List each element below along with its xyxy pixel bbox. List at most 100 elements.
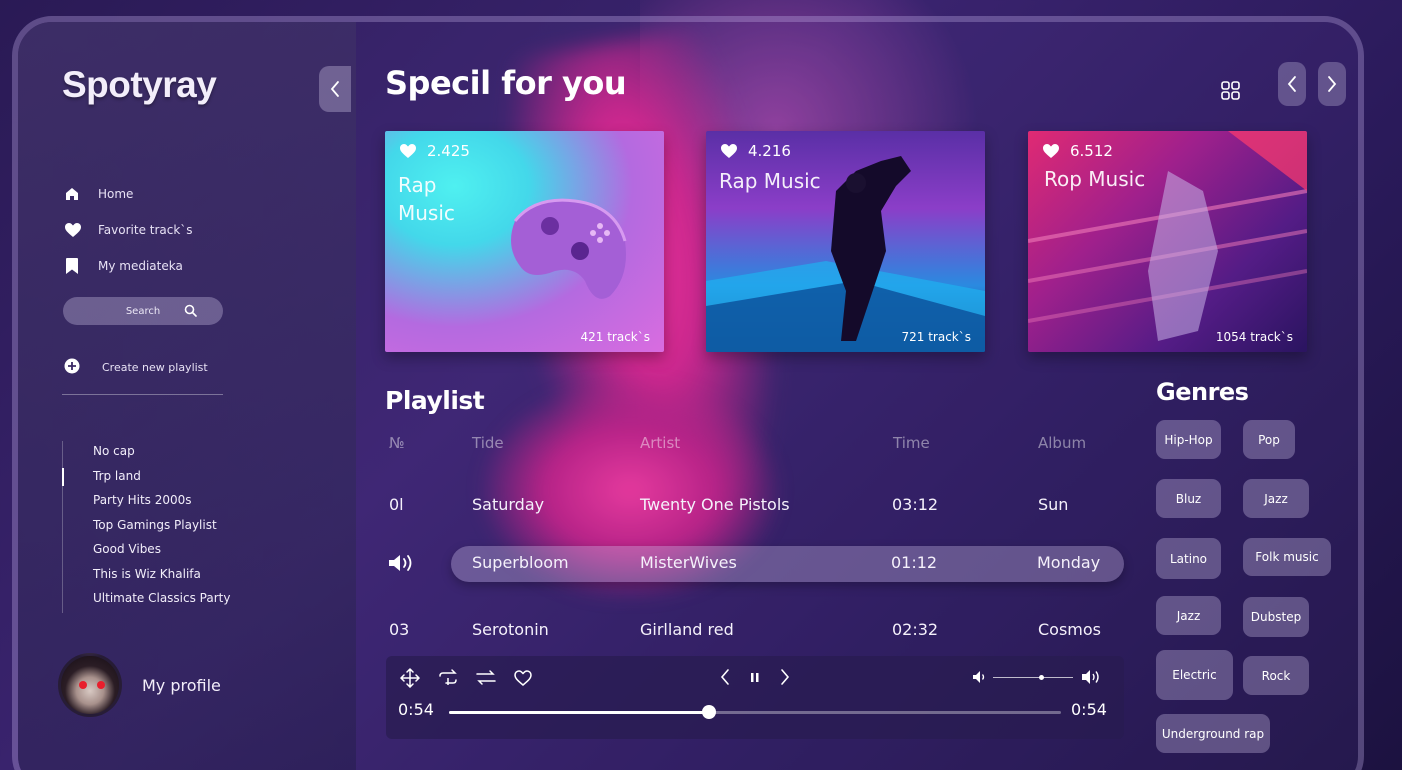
- chevron-left-icon: [330, 81, 339, 97]
- playlist-card[interactable]: 4.216 Rap Music 721 track`s: [706, 131, 985, 352]
- elapsed-time: 0:54: [398, 700, 434, 719]
- track-title[interactable]: Saturday: [472, 495, 544, 514]
- track-number: 03: [389, 620, 410, 639]
- previous-track-icon[interactable]: [718, 668, 732, 686]
- genre-chip[interactable]: Electric: [1156, 650, 1233, 700]
- heart-icon: [400, 144, 416, 158]
- next-button[interactable]: [1318, 62, 1346, 106]
- home-icon: [64, 186, 98, 202]
- create-playlist-button[interactable]: Create new playlist: [64, 358, 208, 377]
- genre-chip[interactable]: Latino: [1156, 538, 1221, 579]
- track-title[interactable]: Superbloom: [472, 553, 569, 572]
- search-input[interactable]: Search: [63, 297, 223, 325]
- genre-chip[interactable]: Rock: [1243, 656, 1309, 695]
- heart-icon: [64, 222, 98, 238]
- card-title: Rop Music: [1044, 165, 1145, 193]
- pause-icon[interactable]: [748, 668, 762, 686]
- genre-chip[interactable]: Jazz: [1243, 479, 1309, 518]
- track-artist[interactable]: Twenty One Pistols: [640, 495, 790, 514]
- likes-value: 4.216: [748, 142, 791, 160]
- genre-chip[interactable]: Dubstep: [1243, 597, 1309, 637]
- playlist-item[interactable]: Ultimate Classics Party: [93, 588, 230, 613]
- card-title-line: Rap Music: [719, 169, 821, 193]
- track-number: 0l: [389, 495, 404, 514]
- search-placeholder: Search: [125, 305, 161, 317]
- heart-icon: [721, 144, 737, 158]
- progress-knob[interactable]: [702, 705, 717, 719]
- nav-label: Favorite track`s: [98, 223, 193, 237]
- genre-chip[interactable]: Folk music: [1243, 538, 1331, 576]
- total-time: 0:54: [1071, 700, 1107, 719]
- bookmark-icon: [64, 257, 98, 275]
- genre-chip[interactable]: Bluz: [1156, 479, 1221, 518]
- progress-bar[interactable]: [449, 705, 1061, 719]
- col-header-time[interactable]: Time: [893, 434, 930, 452]
- nav-label: My mediateka: [98, 259, 183, 273]
- avatar-eye: [97, 681, 105, 689]
- playlist-item[interactable]: Party Hits 2000s: [93, 490, 230, 515]
- progress-fill: [449, 711, 710, 714]
- playlist-title: Playlist: [385, 386, 485, 415]
- card-title: Rap Music: [719, 167, 821, 195]
- profile-label: My profile: [142, 675, 221, 695]
- volume-slider[interactable]: [993, 675, 1073, 680]
- shuffle-icon[interactable]: [475, 668, 497, 688]
- track-album[interactable]: Cosmos: [1038, 620, 1101, 639]
- player-center-controls: [718, 668, 792, 686]
- repeat-one-icon[interactable]: [437, 668, 459, 688]
- chevron-left-icon: [1287, 76, 1296, 92]
- col-header-album[interactable]: Album: [1038, 434, 1086, 452]
- playlist-item[interactable]: Top Gamings Playlist: [93, 515, 230, 540]
- genre-chip[interactable]: Hip-Hop: [1156, 420, 1221, 459]
- card-title-line: Music: [398, 201, 455, 225]
- create-playlist-label: Create new playlist: [102, 361, 208, 374]
- playlist-list: No cap Trp land Party Hits 2000s Top Gam…: [61, 441, 230, 613]
- profile-button[interactable]: My profile: [58, 653, 221, 717]
- playlist-item[interactable]: This is Wiz Khalifa: [93, 564, 230, 589]
- col-header-title[interactable]: Tide: [472, 434, 504, 452]
- track-artist[interactable]: MisterWives: [640, 553, 737, 572]
- concert-image: [706, 156, 985, 352]
- genre-chip[interactable]: Underground rap: [1156, 714, 1270, 753]
- track-album[interactable]: Sun: [1038, 495, 1068, 514]
- playlist-item[interactable]: Good Vibes: [93, 539, 230, 564]
- likes-count[interactable]: 6.512: [1042, 142, 1113, 160]
- likes-count[interactable]: 2.425: [399, 142, 470, 160]
- next-track-icon[interactable]: [778, 668, 792, 686]
- track-time: 02:32: [892, 620, 939, 639]
- track-count: 721 track`s: [901, 330, 971, 344]
- volume-knob[interactable]: [1039, 675, 1044, 680]
- col-header-no: №: [389, 434, 405, 452]
- nav-item-home[interactable]: Home: [64, 176, 193, 212]
- nav-item-mediateka[interactable]: My mediateka: [64, 248, 193, 284]
- track-count: 1054 track`s: [1215, 330, 1293, 344]
- grid-view-icon[interactable]: [1220, 80, 1242, 106]
- move-icon[interactable]: [399, 668, 421, 688]
- page-title: Specil for you: [385, 64, 627, 102]
- genre-chip[interactable]: Pop: [1243, 420, 1295, 459]
- track-title[interactable]: Serotonin: [472, 620, 549, 639]
- playlist-item-active[interactable]: Trp land: [61, 466, 230, 491]
- heart-outline-icon[interactable]: [513, 669, 533, 687]
- gamepad-image: [511, 198, 627, 299]
- player-left-controls: [399, 668, 533, 688]
- chevron-right-icon: [1328, 76, 1337, 92]
- genres-title: Genres: [1156, 378, 1249, 406]
- volume-high-icon[interactable]: [1081, 668, 1103, 686]
- track-count: 421 track`s: [580, 330, 650, 344]
- track-artist[interactable]: Girlland red: [640, 620, 734, 639]
- main-nav: Home Favorite track`s My mediateka: [64, 176, 193, 284]
- genre-chip[interactable]: Jazz: [1156, 596, 1221, 635]
- volume-low-icon[interactable]: [972, 669, 988, 685]
- col-header-artist[interactable]: Artist: [640, 434, 680, 452]
- collapse-sidebar-button[interactable]: [319, 66, 351, 112]
- nav-item-favorites[interactable]: Favorite track`s: [64, 212, 193, 248]
- playlist-card[interactable]: 6.512 Rop Music 1054 track`s: [1028, 131, 1307, 352]
- prev-button[interactable]: [1278, 62, 1306, 106]
- heart-icon: [1043, 144, 1059, 158]
- likes-count[interactable]: 4.216: [720, 142, 791, 160]
- playlist-item[interactable]: No cap: [93, 441, 230, 466]
- track-album[interactable]: Monday: [1037, 553, 1100, 572]
- likes-value: 2.425: [427, 142, 470, 160]
- playlist-card[interactable]: 2.425 Rap Music 421 track`s: [385, 131, 664, 352]
